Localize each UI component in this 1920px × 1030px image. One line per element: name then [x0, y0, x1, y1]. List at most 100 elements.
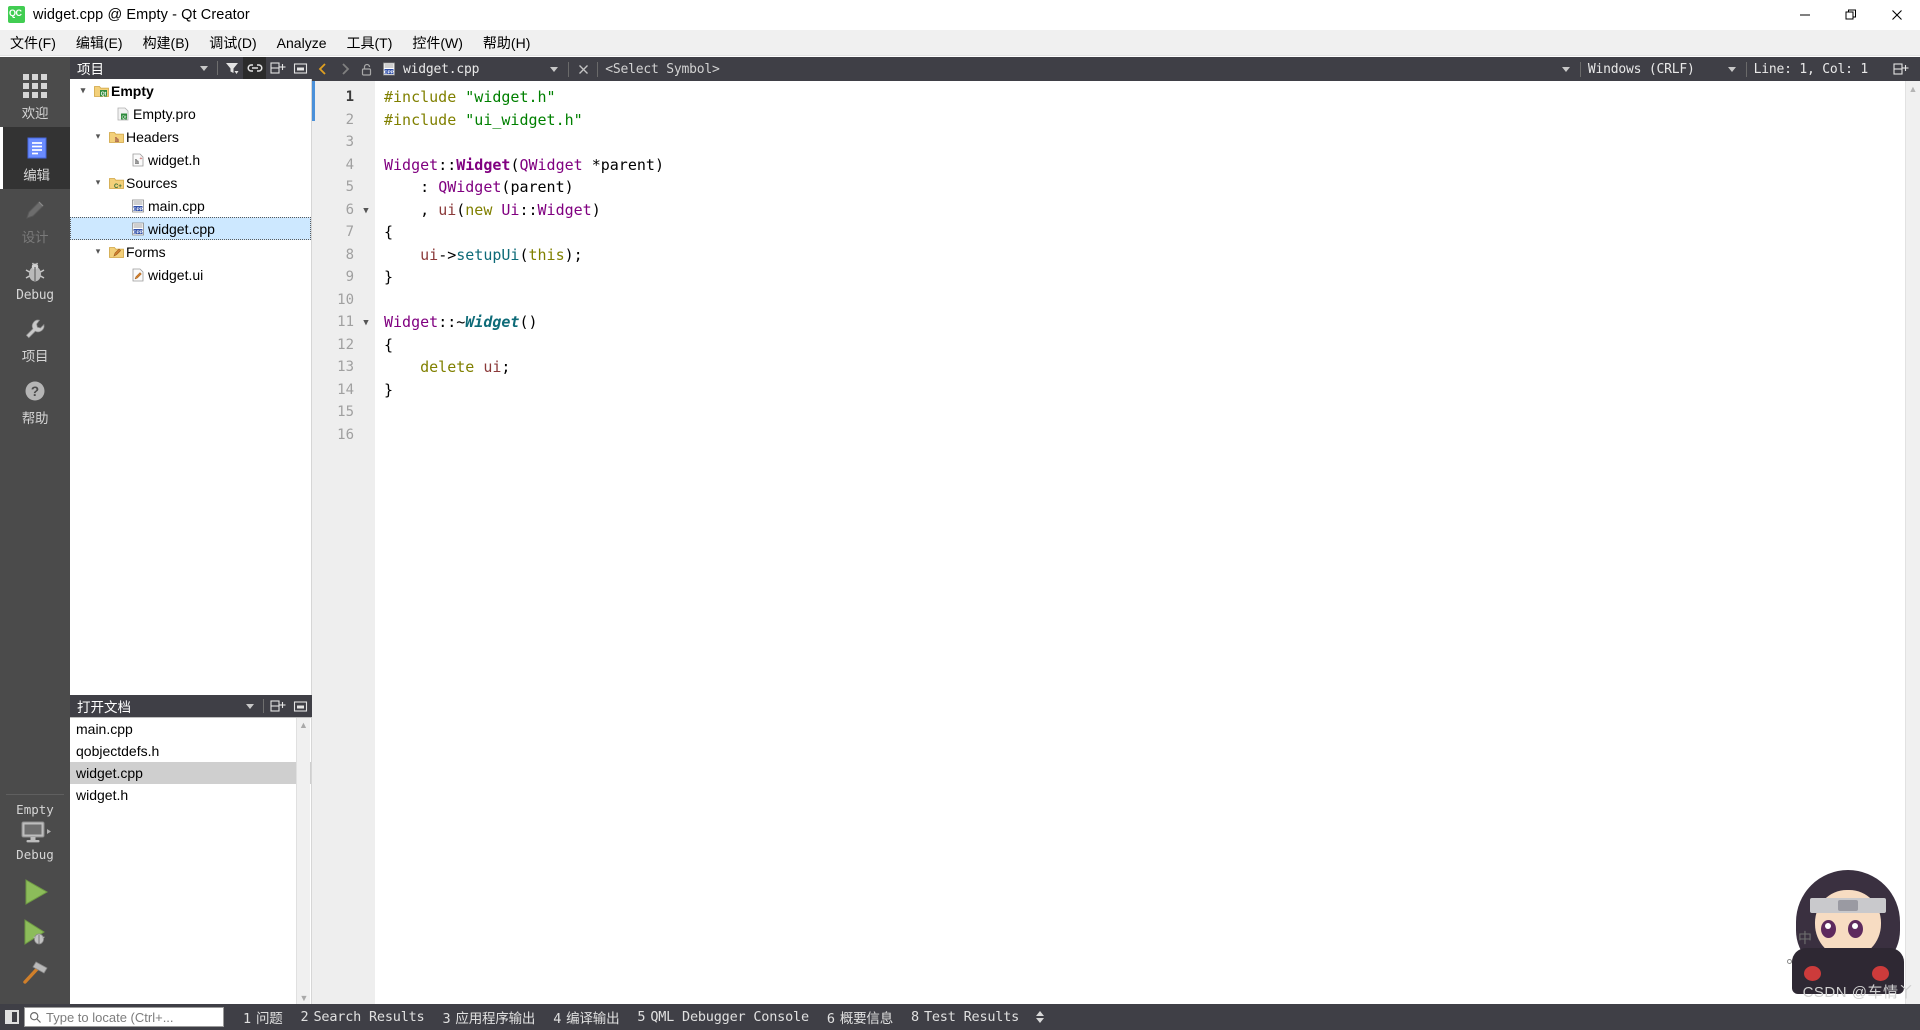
menu-analyze[interactable]: Analyze	[267, 32, 337, 54]
build-button[interactable]	[5, 952, 65, 992]
mode-button-projects[interactable]: 项目	[0, 308, 70, 370]
minimize-panel-icon[interactable]	[289, 57, 312, 79]
code-editor[interactable]: 1 #include "widget.h" 2 #include "ui_widget…	[312, 81, 1920, 1004]
chevron-right-icon[interactable]	[334, 57, 356, 81]
line-ending-dropdown-chevron-down-icon[interactable]	[1555, 57, 1577, 81]
menu-edit[interactable]: 编辑(E)	[66, 30, 133, 56]
open-documents-list[interactable]: main.cpp qobjectdefs.h widget.cpp widget…	[70, 717, 312, 1005]
search-input[interactable]: Type to locate (Ctrl+...	[24, 1007, 224, 1027]
code-line[interactable]: 3	[312, 131, 1920, 154]
code-line[interactable]: 9}	[312, 266, 1920, 289]
code-line[interactable]: 13 delete ui;	[312, 356, 1920, 379]
mode-button-welcome[interactable]: 欢迎	[0, 65, 70, 127]
kit-selector-button[interactable]	[18, 819, 52, 847]
chevron-down-icon[interactable]	[238, 695, 261, 717]
chevron-down-icon[interactable]: ▾	[90, 131, 106, 142]
code-line[interactable]: 11 ▼ Widget::~Widget()	[312, 311, 1920, 334]
output-tab-compile-output[interactable]: 4 编译输出	[544, 1007, 628, 1027]
output-tab-qml-debugger-console[interactable]: 5 QML Debugger Console	[628, 1009, 818, 1025]
fold-marker-icon[interactable]: ▼	[360, 200, 372, 223]
scroll-down-icon[interactable]: ▼	[297, 991, 311, 1005]
chevron-down-icon[interactable]: ▾	[75, 85, 91, 96]
tree-row[interactable]: widget.ui	[70, 263, 311, 286]
chevron-down-icon[interactable]	[192, 57, 215, 79]
tree-row[interactable]: CPP widget.cpp	[70, 217, 311, 240]
scroll-up-icon[interactable]: ▲	[1906, 81, 1920, 96]
funnel-icon[interactable]	[220, 57, 243, 79]
code-line[interactable]: 6 ▼ , ui(new Ui::Widget)	[312, 199, 1920, 222]
chevron-down-icon[interactable]	[543, 57, 565, 81]
code-content[interactable]: 1 #include "widget.h" 2 #include "ui_widget…	[312, 86, 1920, 446]
tree-row[interactable]: h + widget.h	[70, 148, 311, 171]
code-line[interactable]: 16	[312, 424, 1920, 447]
list-item[interactable]: widget.h	[70, 784, 311, 806]
menu-build[interactable]: 构建(B)	[133, 30, 200, 56]
menu-debug[interactable]: 调试(D)	[199, 30, 266, 56]
code-line[interactable]: 2 #include "ui_widget.h"	[312, 109, 1920, 132]
symbol-selector[interactable]: <Select Symbol>	[601, 57, 723, 81]
open-documents-scrollbar[interactable]: ▲ ▼	[296, 718, 310, 1005]
code-line[interactable]: 4 Widget::Widget(QWidget *parent)	[312, 154, 1920, 177]
code-line[interactable]: 1 #include "widget.h"	[312, 86, 1920, 109]
sources-folder-icon: C+	[106, 176, 126, 190]
tree-row[interactable]: ▾ C+ Sources	[70, 171, 311, 194]
code-line[interactable]: 8 ui->setupUi(this);	[312, 244, 1920, 267]
output-tab-application-output[interactable]: 3 应用程序输出	[433, 1007, 544, 1027]
code-line[interactable]: 12 {	[312, 334, 1920, 357]
line-ending-selector[interactable]: Windows (CRLF)	[1584, 57, 1699, 81]
split-editor-icon[interactable]	[1890, 57, 1912, 81]
code-line[interactable]: 14}	[312, 379, 1920, 402]
up-down-arrows-icon[interactable]	[1034, 1009, 1046, 1025]
tree-label: widget.cpp	[148, 220, 215, 237]
list-item[interactable]: qobjectdefs.h	[70, 740, 311, 762]
mode-button-help[interactable]: ? 帮助	[0, 370, 70, 432]
fold-marker-icon[interactable]: ▼	[360, 312, 372, 335]
unlocked-padlock-icon[interactable]	[356, 57, 378, 81]
output-tab-general-messages[interactable]: 6 概要信息	[818, 1007, 902, 1027]
menu-tools[interactable]: 工具(T)	[336, 30, 402, 56]
cursor-position-indicator[interactable]: Line: 1, Col: 1	[1750, 57, 1872, 81]
menu-file[interactable]: 文件(F)	[0, 30, 66, 56]
minimize-icon[interactable]	[1782, 0, 1828, 30]
split-icon[interactable]	[266, 57, 289, 79]
restore-icon[interactable]	[1828, 0, 1874, 30]
menu-window[interactable]: 控件(W)	[402, 30, 473, 56]
toggle-sidebar-icon[interactable]	[0, 1004, 24, 1030]
output-tab-search-results[interactable]: 2 Search Results	[292, 1009, 434, 1025]
editor-scrollbar[interactable]: ▲	[1905, 81, 1920, 1004]
output-tab-test-results[interactable]: 8 Test Results	[902, 1009, 1028, 1025]
encoding-dropdown-chevron-down-icon[interactable]	[1721, 57, 1743, 81]
tab-label: 概要信息	[839, 1011, 894, 1027]
close-x-icon[interactable]	[572, 57, 594, 81]
close-icon[interactable]	[1874, 0, 1920, 30]
link-icon[interactable]	[243, 57, 266, 79]
list-item[interactable]: widget.cpp	[70, 762, 311, 784]
output-tab-issues[interactable]: 1 问题	[234, 1007, 292, 1027]
project-tree[interactable]: ▾ Qt Empty Qt Empty.pro ▾ h Headers h + …	[70, 79, 312, 695]
tree-row[interactable]: ▾ h Headers	[70, 125, 311, 148]
code-line[interactable]: 5 : QWidget(parent)	[312, 176, 1920, 199]
chevron-down-icon[interactable]: ▾	[90, 177, 106, 188]
list-item[interactable]: main.cpp	[70, 718, 311, 740]
chevron-down-icon[interactable]: ▾	[90, 246, 106, 257]
mode-button-debug[interactable]: Debug	[0, 251, 70, 308]
split-icon[interactable]	[266, 695, 289, 717]
mode-button-edit[interactable]: 编辑	[0, 127, 70, 189]
tree-row[interactable]: ▾ Forms	[70, 240, 311, 263]
hammer-icon	[23, 961, 48, 984]
code-line[interactable]: 7{	[312, 221, 1920, 244]
tree-row[interactable]: CPP main.cpp	[70, 194, 311, 217]
code-line[interactable]: 10	[312, 289, 1920, 312]
mode-button-design[interactable]: 设计	[0, 189, 70, 251]
cpp-file-icon: CPP	[128, 222, 148, 236]
minimize-panel-icon[interactable]	[289, 695, 312, 717]
editor-file-selector[interactable]: CPP widget.cpp	[378, 57, 483, 81]
run-button[interactable]	[5, 872, 65, 912]
scroll-up-icon[interactable]: ▲	[297, 718, 310, 732]
tree-row[interactable]: Qt Empty.pro	[70, 102, 311, 125]
menu-help[interactable]: 帮助(H)	[473, 30, 540, 56]
tree-row[interactable]: ▾ Qt Empty	[70, 79, 311, 102]
code-line[interactable]: 15	[312, 401, 1920, 424]
debug-button[interactable]	[5, 912, 65, 952]
chevron-left-icon[interactable]	[312, 57, 334, 81]
